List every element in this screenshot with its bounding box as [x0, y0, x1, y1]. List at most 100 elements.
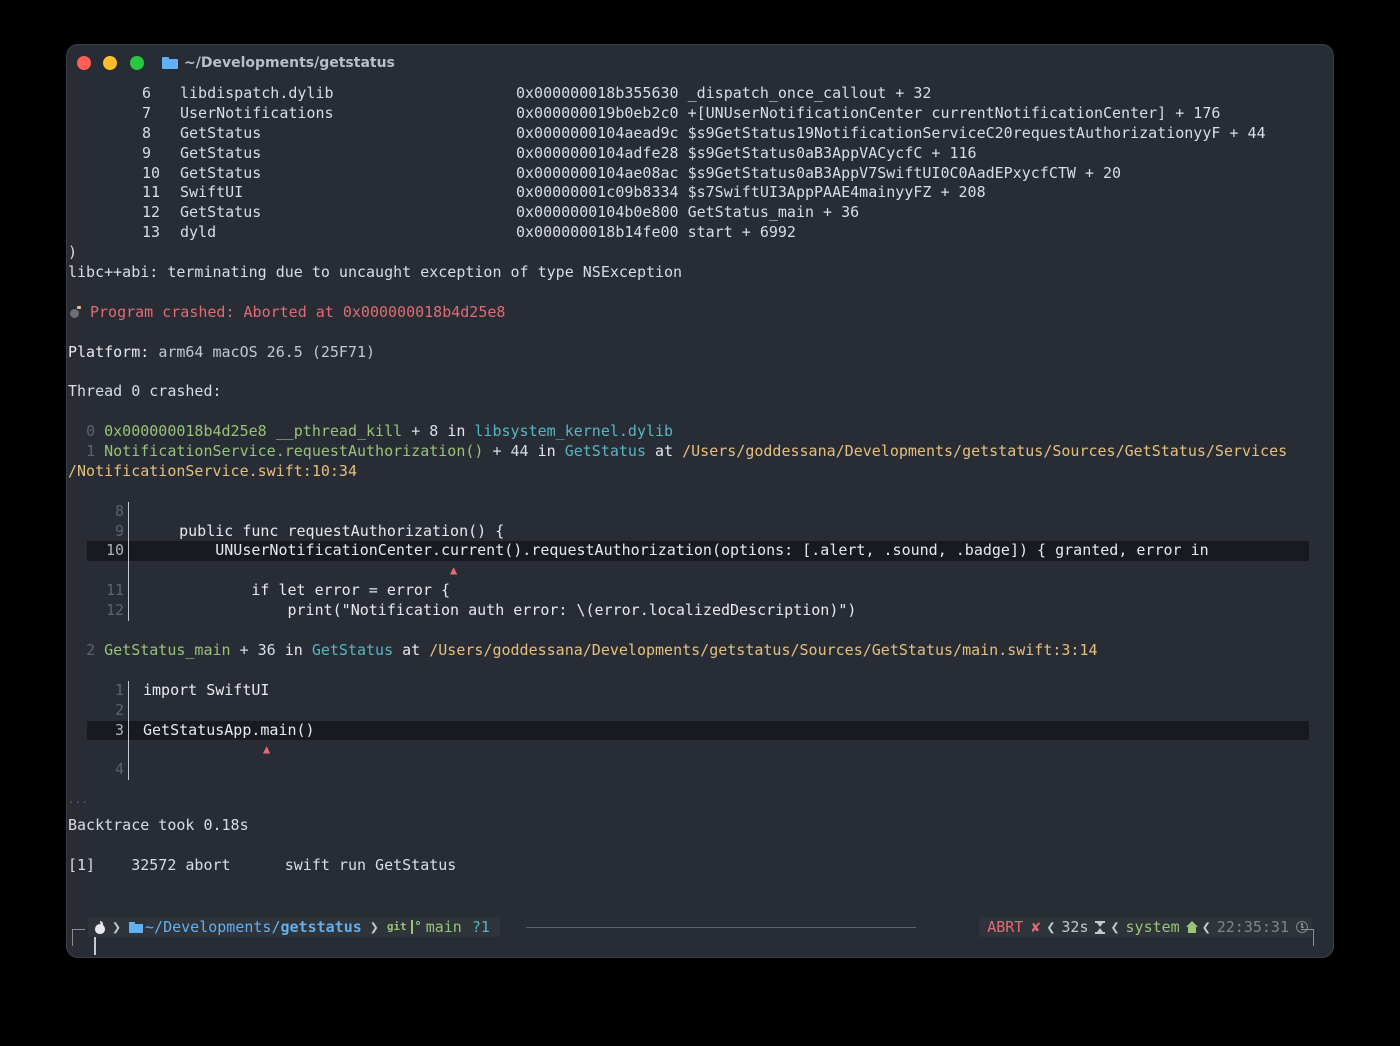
job-command: swift run GetStatus [284, 855, 457, 874]
gutter-bar [128, 541, 129, 562]
close-button[interactable] [77, 56, 91, 70]
backtrace-row: 6 libdispatch.dylib 0x000000018b355630 _di… [68, 84, 1330, 104]
libcxx-message: libc++abi: terminating due to uncaught e… [68, 263, 683, 282]
prompt-separator: ❯ [112, 918, 122, 936]
frame-0: 0 0x000000018b4d25e8 __pthread_kill + 8 … [68, 422, 1330, 442]
hourglass-icon [1094, 920, 1105, 934]
line-number: 4 [114, 760, 124, 779]
backtrace-row: 11 SwiftUI 0x00000001c09b8334 $s7SwiftUI3A… [68, 183, 1330, 203]
frame-number: 8 [142, 123, 152, 142]
backtrace-row: 9 GetStatus 0x0000000104adfe28 $s9GetStatu… [68, 144, 1330, 164]
frame-symbol: __pthread_kill [275, 422, 403, 441]
git-status: ?1 [471, 918, 490, 936]
frame-library: GetStatus [180, 163, 262, 182]
code-line: 1 import SwiftUI [68, 680, 1330, 701]
prompt-dir-prefix: ~/Developments/ [145, 918, 281, 936]
frame-library: dyld [180, 223, 217, 242]
exit-status: ABRT [987, 918, 1024, 936]
frame-index: 1 [86, 442, 96, 461]
frame-path-continued[interactable]: /NotificationService.swift:10:34 [68, 462, 357, 480]
error-caret-icon: ▲ [450, 563, 458, 578]
frame-address: 0x0000000104aead9c $s9GetStatus19Notific… [516, 123, 1266, 142]
line-number: 1 [114, 680, 124, 699]
frame-at: at [402, 640, 421, 659]
gutter-bar [128, 720, 129, 741]
platform-label: Platform: [68, 342, 150, 361]
home-icon [1185, 921, 1198, 933]
prompt-separator: ❯ [369, 918, 379, 936]
job-pid: 32572 [131, 855, 177, 874]
prompt-separator: ❮ [1046, 918, 1056, 936]
folder-icon [162, 57, 178, 69]
environment-name: system [1125, 918, 1180, 936]
frame-index: 2 [86, 640, 96, 659]
gutter-bar [128, 601, 129, 622]
minimize-button[interactable] [103, 56, 117, 70]
error-caret-icon: ▲ [263, 742, 271, 757]
frame-number: 12 [142, 203, 161, 222]
frame-2: 2 GetStatus_main + 36 in GetStatus at /U… [68, 641, 1330, 661]
frame-number: 6 [142, 84, 152, 102]
caret-line: ▲ [68, 561, 1330, 582]
frame-library: UserNotifications [180, 103, 334, 122]
gutter-bar [128, 700, 129, 721]
backtrace-row: 8 GetStatus 0x0000000104aead9c $s9GetStatu… [68, 124, 1330, 144]
git-label: git [386, 920, 407, 933]
frame-path[interactable]: /Users/goddessana/Developments/getstatus… [429, 641, 1097, 659]
window-title: ~/Developments/getstatus [162, 53, 395, 73]
frame-1: 1 NotificationService.requestAuthorizati… [68, 442, 1330, 462]
crash-message: Program crashed: Aborted at 0x000000018b… [68, 303, 1330, 323]
line-number: 12 [105, 601, 124, 620]
gutter-bar [128, 740, 129, 761]
frame-library: libdispatch.dylib [180, 84, 334, 102]
line-number: 11 [105, 581, 124, 600]
prompt-dir-name: getstatus [280, 918, 362, 936]
prompt-left-segment: ❯ ~/Developments/getstatus ❯ git main ?1 [88, 917, 500, 937]
frame-address: 0x0000000104ae08ac $s9GetStatus0aB3AppV7… [516, 163, 1122, 182]
branch-icon [410, 920, 420, 934]
gutter-bar [128, 561, 129, 582]
gutter-bar [128, 581, 129, 602]
frame-path[interactable]: /Users/goddessana/Developments/getstatus… [682, 442, 1287, 460]
line-number: 9 [114, 521, 124, 540]
platform-line: Platform: arm64 macOS 26.5 (25F71) [68, 343, 1330, 363]
frame-in: in [447, 422, 466, 441]
terminal-window: ~/Developments/getstatus 6 libdispatch.dy… [66, 44, 1334, 958]
zoom-button[interactable] [130, 56, 144, 70]
frame-address: 0x000000018b4d25e8 [104, 422, 267, 441]
job-status: [1] 32572 abort swift run GetStatus [68, 856, 1330, 876]
frame-library: GetStatus [180, 143, 262, 162]
text-cursor[interactable] [94, 937, 96, 955]
frame-library: GetStatus [311, 640, 394, 659]
terminal-output[interactable]: 6 libdispatch.dylib 0x000000018b355630 _di… [68, 84, 1330, 876]
frame-offset: + 8 [411, 422, 439, 441]
code-line: 11 if let error = error { [68, 581, 1330, 602]
frame-library: GetStatus [564, 442, 646, 461]
line-number: 3 [114, 720, 124, 739]
frame-address: 0x000000018b14fe00 start + 6992 [516, 223, 796, 242]
frame-at: at [655, 442, 674, 461]
job-id: [1] [68, 855, 96, 874]
ellipsis: ... [68, 793, 88, 807]
source-text: public func requestAuthorization() { [143, 521, 505, 540]
backtrace-row: 13 dyld 0x000000018b14fe00 start + 6992 [68, 223, 1330, 243]
frame-number: 10 [142, 163, 161, 182]
line-number: 2 [114, 700, 124, 719]
source-text: if let error = error { [143, 581, 451, 600]
apple-icon [94, 920, 106, 934]
backtrace-row: 10 GetStatus 0x0000000104ae08ac $s9GetStat… [68, 164, 1330, 184]
frame-library: GetStatus [180, 203, 262, 222]
code-line: 8 [68, 501, 1330, 522]
job-state: abort [185, 855, 231, 874]
ellipsis-line: ... [68, 780, 1330, 816]
prompt-separator: ❮ [1110, 918, 1120, 936]
frame-number: 13 [142, 223, 161, 242]
prompt-frame-left [72, 929, 85, 946]
gutter-bar [128, 521, 129, 542]
prompt-separator: ❮ [1201, 918, 1211, 936]
prompt-right-segment: ABRT ✘ ❮ 32s ❮ system ❮ 22:35:31 [979, 917, 1312, 937]
